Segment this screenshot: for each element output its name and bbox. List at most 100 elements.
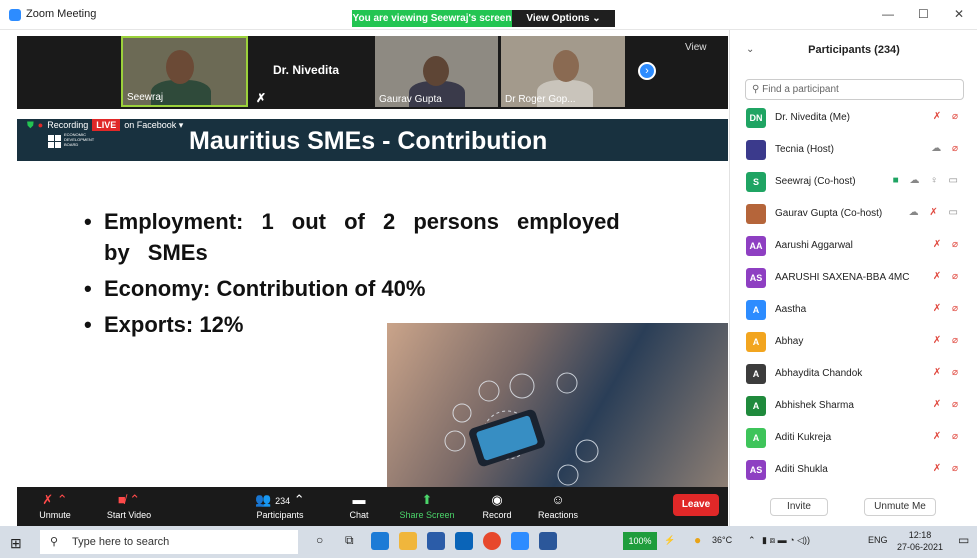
participant-row[interactable]: A Abhishek Sharma ✗ ⌀	[744, 394, 972, 426]
avatar	[746, 204, 766, 224]
record-dot-icon: ●	[37, 120, 44, 130]
participant-row[interactable]: AS Aditi Shukla ✗ ⌀	[744, 458, 972, 490]
participant-row[interactable]: Gaurav Gupta (Co-host) ☁ ✗ ▭	[744, 202, 972, 234]
battery-indicator: 100%	[623, 532, 657, 550]
participants-button[interactable]: 👥 234 ⌃ Participants	[250, 490, 310, 520]
store-icon[interactable]	[427, 532, 445, 550]
video-tile-roger[interactable]: Dr Roger Gop...	[501, 36, 625, 107]
slide-bullet: • Economy: Contribution of 40%	[84, 276, 426, 301]
minimize-icon[interactable]: —	[882, 7, 894, 21]
video-tile-gaurav-gupta[interactable]: Gaurav Gupta	[375, 36, 498, 107]
zoom-window: Zoom Meeting You are viewing Seewraj's s…	[0, 0, 977, 558]
reactions-button[interactable]: ☺ Reactions	[533, 490, 583, 520]
video-tile-name: Dr Roger Gop...	[505, 94, 576, 105]
muted-mic-icon: ✗ ⌀	[932, 111, 962, 122]
view-layout-button[interactable]: View	[685, 42, 707, 53]
muted-mic-icon: ✗ ⌃	[42, 492, 68, 507]
participant-row[interactable]: A Abhay ✗ ⌀	[744, 330, 972, 362]
record-icon: ◉	[491, 492, 503, 507]
video-off-icon: ■̸ ⌃	[117, 492, 141, 507]
video-tile-name: Gaurav Gupta	[379, 94, 442, 105]
participant-row[interactable]: Tecnia (Host) ☁ ⌀	[744, 138, 972, 170]
chrome-icon[interactable]	[483, 532, 501, 550]
video-off-icon: ☁ ⌀	[931, 143, 962, 154]
participant-row[interactable]: A Aditi Kukreja ✗ ⌀	[744, 426, 972, 458]
live-badge: LIVE	[92, 119, 121, 131]
close-icon[interactable]: ✕	[954, 7, 964, 21]
participants-panel: ⌄ Participants (234) ⚲ Find a participan…	[729, 30, 977, 526]
invite-button[interactable]: Invite	[770, 498, 828, 516]
zoom-taskbar-icon[interactable]	[511, 532, 529, 550]
slide-title: Mauritius SMEs - Contribution	[189, 127, 548, 155]
avatar: S	[746, 172, 766, 192]
participant-row[interactable]: S Seewraj (Co-host) ■ ☁ ♀ ▭	[744, 170, 972, 202]
cortana-icon[interactable]: ○	[316, 533, 323, 547]
video-tile-seewraj[interactable]: Seewraj ✗	[121, 36, 248, 107]
chevron-up-icon[interactable]: ⌃	[748, 535, 756, 546]
participant-row[interactable]: A Aastha ✗ ⌀	[744, 298, 972, 330]
chat-button[interactable]: ▬ Chat	[344, 490, 374, 520]
share-screen-button[interactable]: ⬆ Share Screen	[397, 490, 457, 520]
window-title: Zoom Meeting	[26, 8, 97, 20]
mail-icon[interactable]	[455, 532, 473, 550]
notifications-icon[interactable]: ▭	[958, 533, 969, 547]
muted-mic-icon: ✗ ⌀	[932, 271, 962, 282]
video-tile-name: Seewraj	[127, 92, 164, 103]
zoom-app-icon	[9, 9, 21, 21]
video-tile-name: Dr. Nivedita	[273, 63, 340, 77]
slide-photo	[387, 323, 728, 487]
muted-mic-icon: ✗ ⌀	[932, 367, 962, 378]
recording-indicator: ⛊ ● Recording LIVE on Facebook ▾	[27, 117, 183, 133]
avatar: A	[746, 396, 766, 416]
chat-icon: ▬	[352, 492, 366, 507]
task-view-icon[interactable]: ⧉	[345, 533, 354, 548]
windows-start-icon[interactable]: ⊞	[10, 535, 22, 552]
participant-search-input[interactable]: ⚲ Find a participant	[745, 79, 964, 100]
sharing-icon: ■ ☁ ♀ ▭	[892, 175, 962, 186]
participants-icon: 👥 234 ⌃	[255, 492, 305, 507]
avatar: AS	[746, 460, 766, 480]
view-options-button[interactable]: View Options ⌄	[512, 10, 615, 27]
avatar: A	[746, 364, 766, 384]
participant-list: DN Dr. Nivedita (Me) ✗ ⌀ Tecnia (Host) ☁…	[744, 106, 972, 490]
shield-icon: ⛊	[27, 119, 34, 130]
meeting-area: Seewraj ✗ Dr. Nivedita ✗ Gaurav Gupta Dr…	[17, 36, 728, 487]
unmute-me-button[interactable]: Unmute Me	[864, 498, 936, 516]
muted-mic-icon: ✗ ⌀	[932, 335, 962, 346]
word-icon[interactable]	[539, 532, 557, 550]
participants-title: Participants (234)	[808, 44, 900, 56]
unmute-button[interactable]: ✗ ⌃ Unmute	[35, 490, 75, 520]
charging-icon: ⚡	[664, 535, 676, 545]
maximize-icon[interactable]: ☐	[918, 7, 929, 21]
muted-mic-icon: ✗ ⌀	[932, 463, 962, 474]
participant-row[interactable]: A Abhaydita Chandok ✗ ⌀	[744, 362, 972, 394]
record-button[interactable]: ◉ Record	[477, 490, 517, 520]
live-target-dropdown[interactable]: on Facebook ▾	[124, 120, 183, 131]
avatar: A	[746, 428, 766, 448]
participant-row[interactable]: AS AARUSHI SAXENA-BBA 4MC ✗ ⌀	[744, 266, 972, 298]
system-tray-icons[interactable]: ▮ ⧈ ▬ ◔ ◁))	[762, 535, 810, 546]
avatar: AS	[746, 268, 766, 288]
file-explorer-icon[interactable]	[399, 532, 417, 550]
screen-share-banner: You are viewing Seewraj's screen	[352, 10, 512, 27]
participant-row[interactable]: DN Dr. Nivedita (Me) ✗ ⌀	[744, 106, 972, 138]
taskbar-clock[interactable]: 12:18 27-06-2021	[897, 529, 943, 553]
window-titlebar: Zoom Meeting You are viewing Seewraj's s…	[0, 0, 977, 30]
meeting-toolbar: ✗ ⌃ Unmute ■̸ ⌃ Start Video 👥 234 ⌃ Part…	[17, 487, 728, 526]
leave-button[interactable]: Leave	[673, 494, 719, 516]
taskbar-search-input[interactable]: ⚲ Type here to search	[40, 530, 298, 554]
next-videos-button[interactable]: ›	[638, 62, 656, 80]
participant-row[interactable]: AA Aarushi Aggarwal ✗ ⌀	[744, 234, 972, 266]
slide-bullet: • Employment: 1 out of 2 persons employed…	[84, 209, 620, 265]
search-icon: ⚲	[50, 536, 59, 548]
avatar: DN	[746, 108, 766, 128]
muted-mic-icon: ✗ ⌀	[932, 239, 962, 250]
edge-icon[interactable]	[371, 532, 389, 550]
temperature-label[interactable]: 36°C	[712, 535, 732, 545]
edb-logo-text: ECONOMIC DEVELOPMENT BOARD	[64, 132, 95, 147]
share-screen-icon: ⬆	[421, 492, 433, 507]
muted-mic-icon: ✗	[256, 91, 267, 105]
video-tile-nivedita[interactable]: Dr. Nivedita ✗	[256, 36, 377, 107]
start-video-button[interactable]: ■̸ ⌃ Start Video	[99, 490, 159, 520]
language-indicator[interactable]: ENG	[868, 535, 888, 545]
